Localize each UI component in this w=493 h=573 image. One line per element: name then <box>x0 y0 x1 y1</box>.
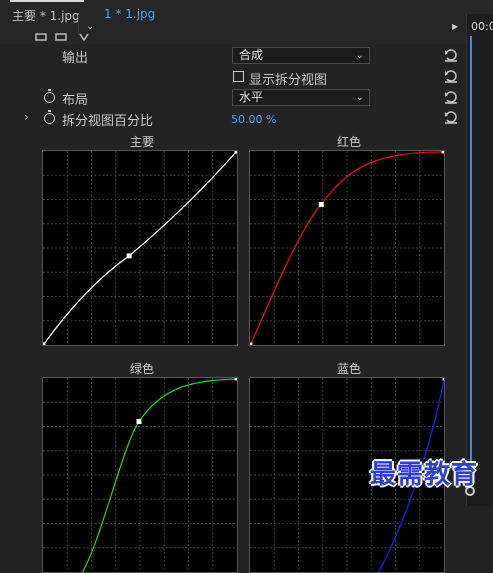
reset-icon[interactable] <box>444 69 458 83</box>
tab-sequence-clip[interactable]: 1 * 1.jpg <box>104 7 155 21</box>
layout-select[interactable]: 水平 ⌄ <box>232 89 370 106</box>
red-graph-title: 红色 <box>336 135 361 149</box>
output-label: 输出 <box>62 51 89 66</box>
partial-row-icons <box>35 33 89 42</box>
split-percent-label: 拆分视图百分比 <box>62 114 154 129</box>
playhead-line[interactable] <box>470 36 472 496</box>
red-curve-graph[interactable] <box>249 150 445 346</box>
chevron-down-icon: ⌄ <box>355 50 364 61</box>
stopwatch-icon[interactable] <box>44 89 55 103</box>
output-select[interactable]: 合成 ⌄ <box>232 47 370 64</box>
main-control-point[interactable] <box>43 342 46 346</box>
green-control-point[interactable] <box>234 378 238 381</box>
red-control-point[interactable] <box>318 201 324 207</box>
tab-main-clip[interactable]: 主要 * 1.jpg <box>12 7 80 24</box>
main-curve-graph[interactable] <box>42 150 238 346</box>
play-triangle-icon[interactable]: ▶ <box>452 22 458 31</box>
red-control-point[interactable] <box>250 342 253 346</box>
reset-icon[interactable] <box>444 48 458 62</box>
reset-icon[interactable] <box>444 90 458 104</box>
split-percent-value[interactable]: 50.00 % <box>231 113 276 126</box>
active-tab-indicator <box>10 0 84 2</box>
main-control-point[interactable] <box>234 151 238 154</box>
blue-graph-title: 蓝色 <box>336 362 361 376</box>
reset-icon[interactable] <box>444 110 458 124</box>
green-graph-title: 绿色 <box>129 362 154 376</box>
chevron-down-icon: ⌄ <box>355 92 364 103</box>
green-control-point[interactable] <box>136 419 142 425</box>
watermark-logo: 最需教育 <box>370 460 479 490</box>
red-control-point[interactable] <box>441 151 445 154</box>
green-curve-graph[interactable] <box>42 377 238 573</box>
main-graph-title: 主要 <box>129 135 154 149</box>
stopwatch-icon[interactable] <box>44 110 55 124</box>
green-curve[interactable] <box>82 378 237 572</box>
blue-control-point[interactable] <box>442 378 445 381</box>
chevron-down-icon[interactable]: ⌄ <box>86 21 94 32</box>
split-view-checkbox[interactable] <box>233 71 244 82</box>
timeline-time-label: 00:0 <box>471 20 493 33</box>
layout-label: 布局 <box>62 93 89 108</box>
split-view-label: 显示拆分视图 <box>249 73 328 88</box>
chevron-right-icon[interactable]: › <box>24 110 29 124</box>
layout-value: 水平 <box>239 90 264 104</box>
output-value: 合成 <box>239 48 264 62</box>
main-control-point[interactable] <box>126 253 132 259</box>
